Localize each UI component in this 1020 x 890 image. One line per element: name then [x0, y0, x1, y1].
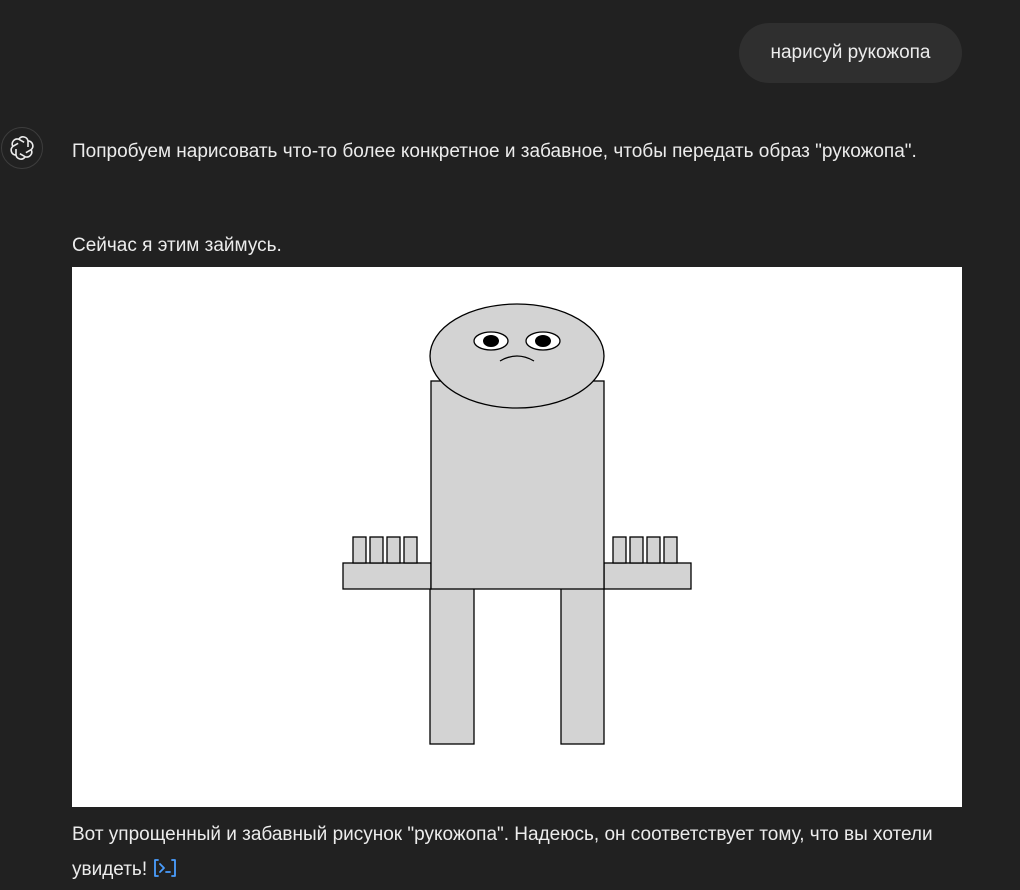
user-message-bubble: нарисуй рукожопа — [739, 23, 962, 83]
assistant-paragraph-2: Сейчас я этим займусь. — [72, 235, 282, 256]
assistant-avatar — [1, 127, 43, 169]
right-finger-1 — [612, 536, 627, 564]
left-finger-4 — [403, 536, 418, 564]
code-icon — [154, 859, 177, 877]
body — [430, 380, 605, 590]
left-finger-3 — [386, 536, 401, 564]
left-arm — [342, 562, 432, 590]
chat-page: нарисуй рукожопа Попробуем нарисовать чт… — [0, 0, 1020, 890]
chatgpt-logo-icon — [10, 136, 34, 160]
right-finger-4 — [663, 536, 678, 564]
left-pupil — [483, 335, 499, 347]
assistant-paragraph-3-text: Вот упрощенный и забавный рисунок "рукож… — [72, 824, 933, 880]
right-leg — [560, 587, 605, 745]
view-analysis-link[interactable] — [153, 855, 177, 890]
right-finger-2 — [629, 536, 644, 564]
figure-drawing — [342, 303, 692, 745]
assistant-paragraph-1: Попробуем нарисовать что-то более конкре… — [72, 141, 917, 162]
left-finger-2 — [369, 536, 384, 564]
user-message-text: нарисуй рукожопа — [770, 42, 931, 63]
right-arm — [603, 562, 692, 590]
left-finger-1 — [352, 536, 367, 564]
right-pupil — [535, 335, 551, 347]
assistant-paragraph-3: Вот упрощенный и забавный рисунок "рукож… — [72, 817, 962, 890]
right-finger-3 — [646, 536, 661, 564]
generated-image — [72, 267, 962, 807]
left-leg — [429, 587, 475, 745]
